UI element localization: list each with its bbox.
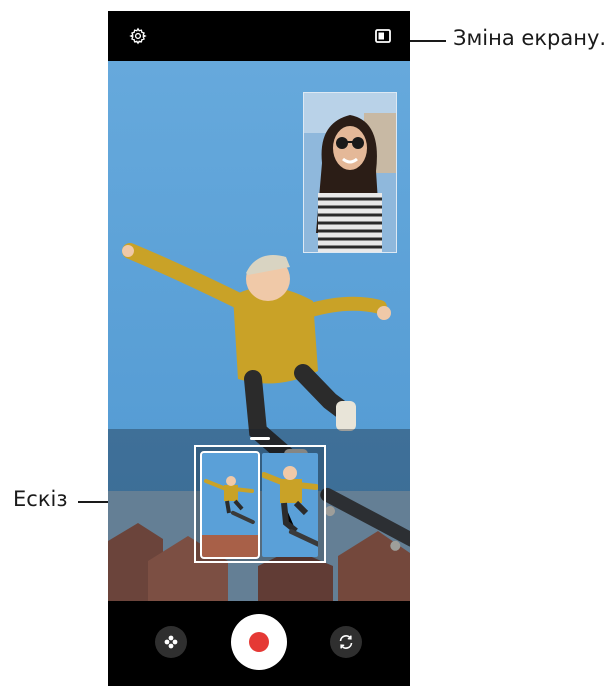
screen-switch-icon[interactable] (374, 27, 392, 45)
effects-button[interactable] (155, 626, 187, 658)
thumbnail-close-up-view[interactable] (262, 453, 318, 557)
bottom-controls (108, 601, 410, 686)
screen-change-label: Зміна екрану. (453, 26, 607, 50)
flower-icon (164, 635, 178, 649)
panel-drag-handle[interactable] (250, 437, 270, 440)
top-bar (108, 11, 410, 61)
record-dot-icon (249, 632, 269, 652)
thumbnail-group (194, 445, 326, 563)
camera-viewfinder[interactable] (108, 61, 410, 601)
camera-flip-icon (339, 635, 353, 649)
front-camera-preview[interactable] (303, 92, 397, 253)
switch-camera-button[interactable] (330, 626, 362, 658)
thumbnail-wide-view[interactable] (200, 451, 260, 559)
phone-screen (108, 11, 410, 686)
thumbnail-panel (108, 429, 410, 601)
selfie-scene (304, 93, 396, 252)
record-button[interactable] (231, 614, 287, 670)
gear-icon[interactable] (129, 27, 147, 45)
thumbnail-label: Ескіз (13, 487, 68, 511)
